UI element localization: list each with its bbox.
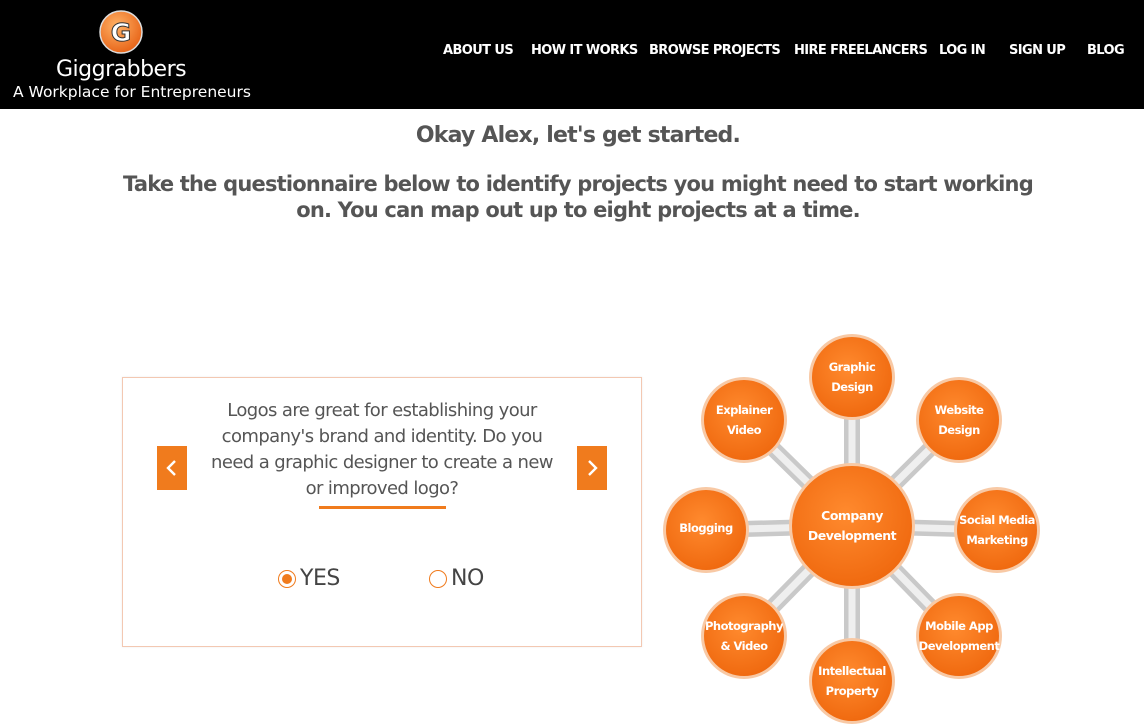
center-circle xyxy=(792,466,912,586)
nav-sign-up[interactable]: SIGN UP xyxy=(1009,43,1066,58)
node-explainer-video-label-line1: Explainer xyxy=(716,403,773,417)
node-mobile-app-development-label-line2: Development xyxy=(919,639,1001,653)
node-circle xyxy=(919,380,999,460)
brand-tagline: A Workplace for Entrepreneurs xyxy=(13,83,251,101)
nav-blog[interactable]: BLOG xyxy=(1087,43,1125,58)
greeting-heading: Okay Alex, let's get started. xyxy=(415,123,741,148)
previous-question-button[interactable] xyxy=(157,446,187,490)
node-website-design-label-line1: Website xyxy=(935,403,985,417)
node-social-media-marketing-label-line2: Marketing xyxy=(966,533,1028,547)
node-mobile-app-development-label-line1: Mobile App xyxy=(925,619,993,633)
radio-selected-icon[interactable] xyxy=(278,569,296,588)
node-circle xyxy=(704,596,784,676)
nav-hire-freelancers[interactable]: HIRE FREELANCERS xyxy=(794,43,928,58)
node-graphic-design-label-line2: Design xyxy=(831,380,873,394)
node-social-media-marketing[interactable]: Social Media Marketing xyxy=(954,487,1040,573)
node-photography-video[interactable]: Photography & Video xyxy=(701,593,787,679)
node-blogging[interactable]: Blogging xyxy=(663,487,749,573)
node-social-media-marketing-label-line1: Social Media xyxy=(959,513,1035,527)
radio-unselected-icon[interactable] xyxy=(429,569,447,588)
diagram-nodes: Graphic Design Website Design Social Media Ma… xyxy=(663,334,1040,724)
node-photography-video-label-line1: Photography xyxy=(705,619,784,633)
node-website-design-label-line2: Design xyxy=(938,423,980,437)
node-circle xyxy=(812,337,892,417)
question-underline xyxy=(319,506,446,509)
node-intellectual-property-label-line2: Property xyxy=(826,684,880,698)
next-question-button[interactable] xyxy=(577,446,607,490)
node-photography-video-label-line2: & Video xyxy=(720,639,768,653)
node-circle xyxy=(919,596,999,676)
node-explainer-video[interactable]: Explainer Video xyxy=(701,377,787,463)
center-label-line2: Development xyxy=(808,528,897,543)
intro-instructions: Take the questionnaire below to identify… xyxy=(123,172,1034,222)
node-explainer-video-label-line2: Video xyxy=(727,423,762,437)
node-circle xyxy=(812,641,892,721)
node-mobile-app-development[interactable]: Mobile App Development xyxy=(916,593,1002,679)
answer-yes-label: YES xyxy=(300,566,340,591)
top-navigation-bar: G Giggrabbers A Workplace for Entreprene… xyxy=(0,0,1144,109)
answer-no-radio[interactable]: NO xyxy=(429,566,484,591)
center-label-line1: Company xyxy=(821,508,883,523)
nav-how-it-works[interactable]: HOW IT WORKS xyxy=(531,43,638,58)
answer-no-label: NO xyxy=(451,566,484,591)
node-circle xyxy=(704,380,784,460)
node-graphic-design[interactable]: Graphic Design xyxy=(809,334,895,420)
nav-about-us[interactable]: ABOUT US xyxy=(443,43,514,58)
node-circle xyxy=(957,490,1037,570)
node-website-design[interactable]: Website Design xyxy=(916,377,1002,463)
answer-yes-radio[interactable]: YES xyxy=(278,566,340,591)
nav-log-in[interactable]: LOG IN xyxy=(939,43,986,58)
node-blogging-label-line1: Blogging xyxy=(679,521,733,535)
center-node-company-development[interactable]: Company Development xyxy=(789,463,915,589)
question-text: Logos are great for establishing your co… xyxy=(211,400,553,499)
nav-browse-projects[interactable]: BROWSE PROJECTS xyxy=(649,43,781,58)
node-intellectual-property[interactable]: Intellectual Property xyxy=(809,638,895,724)
chevron-left-icon xyxy=(166,460,176,476)
node-graphic-design-label-line1: Graphic xyxy=(829,360,876,374)
chevron-right-icon xyxy=(588,460,598,476)
node-intellectual-property-label-line1: Intellectual xyxy=(818,664,886,678)
project-map-diagram: Graphic Design Website Design Social Media Ma… xyxy=(663,334,1040,724)
questionnaire-card: Logos are great for establishing your co… xyxy=(122,377,642,647)
main-nav: ABOUT US HOW IT WORKS BROWSE PROJECTS HI… xyxy=(0,43,1144,63)
